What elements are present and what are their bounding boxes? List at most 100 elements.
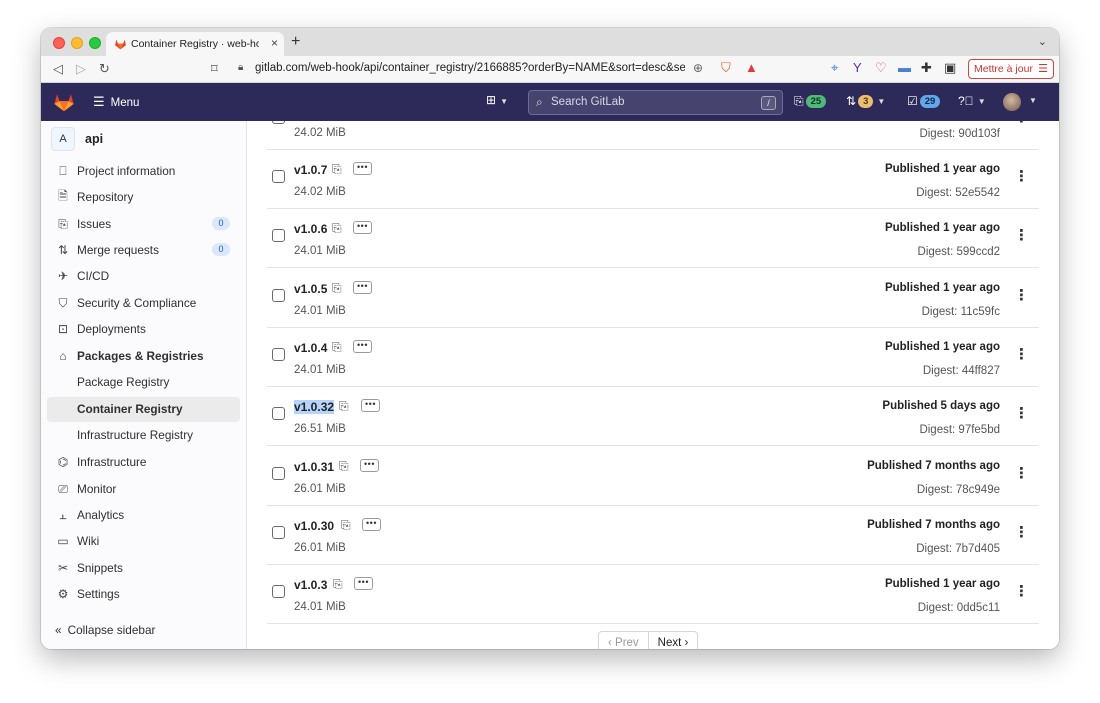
project-header[interactable]: A api [51,127,103,151]
sidebar-item-merge-requests[interactable]: ⇅ Merge requests 0 [47,238,240,262]
search-input[interactable]: ⌕ Search GitLab / [528,90,783,115]
more-details-button[interactable]: ••• [353,221,372,234]
tag-checkbox[interactable] [272,585,285,598]
kebab-menu-icon[interactable]: ⋮ [1014,121,1029,125]
pocket-icon[interactable]: ♡ [875,60,887,76]
tag-checkbox[interactable] [272,407,285,420]
sidebar-item-analytics[interactable]: ⫠ Analytics [47,503,240,527]
sidebar-subitem-container-registry[interactable]: Container Registry [47,397,240,422]
sidebar-item-snippets[interactable]: ✂ Snippets [47,556,240,580]
copy-icon[interactable]: ⎘ [332,162,342,177]
back-icon[interactable]: ◁ [53,61,63,77]
tag-digest: Digest: 52e5542 [916,187,1000,199]
more-details-button[interactable]: ••• [353,162,372,175]
tag-checkbox[interactable] [272,289,285,302]
more-details-button[interactable]: ••• [362,518,381,531]
minimize-window-button[interactable] [71,37,83,49]
sidebar-item-monitor[interactable]: ⎚ Monitor [47,477,240,501]
tag-checkbox[interactable] [272,229,285,242]
tag-checkbox[interactable] [272,467,285,480]
tag-checkbox[interactable] [272,526,285,539]
more-details-button[interactable]: ••• [360,459,379,472]
bookmark-icon[interactable]: ⌑ [211,61,218,77]
kebab-menu-icon[interactable]: ⋮ [1014,228,1029,243]
plus-square-icon: ⊞ [486,93,497,107]
password-icon[interactable]: ▬ [898,60,911,75]
tag-digest: Digest: 44ff827 [922,365,1000,377]
sidebar-item-issues[interactable]: ⎘ Issues 0 [47,212,240,236]
maximize-window-button[interactable] [89,37,101,49]
puzzle-icon[interactable]: ✚ [921,60,932,76]
tag-row: v1.0.31 ⎘ ••• 26.01 MiB Published 7 mont… [267,447,1039,506]
sidebar-item-ci-cd[interactable]: ✈ CI/CD [47,264,240,288]
help-dropdown[interactable]: ?⃝ ▼ [958,94,986,108]
kebab-menu-icon[interactable]: ⋮ [1014,525,1029,540]
more-details-button[interactable]: ••• [353,340,372,353]
reload-icon[interactable]: ↻ [99,61,110,77]
update-browser-button[interactable]: Mettre à jour ☰ [968,59,1054,79]
tag-name: v1.0.4 [294,341,328,355]
kebab-menu-icon[interactable]: ⋮ [1014,169,1029,184]
copy-icon[interactable]: ⎘ [332,281,342,296]
sidebar-item-wiki[interactable]: ▭ Wiki [47,529,240,553]
infrastructure-icon: ⌬ [57,455,69,469]
prev-page-button[interactable]: ‹ Prev [598,631,649,649]
browser-tab[interactable]: Container Registry · web-hook × [106,32,284,56]
brave-rewards-icon[interactable]: ▲ [745,60,758,75]
extension-icon[interactable]: Y [853,60,862,75]
chevron-down-icon[interactable]: ▼ [1029,96,1037,105]
gitlab-logo-icon[interactable] [53,91,75,113]
forward-icon[interactable]: ▷ [76,61,86,77]
sidebar-item-packages-registries[interactable]: ⌂ Packages & Registries [47,344,240,368]
zoom-icon[interactable]: ⊕ [693,61,703,75]
brave-shield-icon[interactable]: ⛉ [721,60,731,76]
sidebar-item-deployments[interactable]: ⊡ Deployments [47,317,240,341]
kebab-menu-icon[interactable]: ⋮ [1014,406,1029,421]
copy-icon[interactable]: ⎘ [332,221,342,236]
collapse-sidebar-button[interactable]: « Collapse sidebar [55,623,155,637]
sidebar-item-settings[interactable]: ⚙ Settings [47,582,240,606]
sidebar-item-label: Repository [77,190,134,204]
sidebar-item-project-information[interactable]: ⎕ Project information [47,159,240,183]
sidebar-subitem-infrastructure-registry[interactable]: Infrastructure Registry [47,423,240,448]
more-details-button[interactable]: ••• [361,399,380,412]
issues-count-badge: 0 [212,217,230,230]
tag-checkbox[interactable] [272,121,285,124]
package-icon: ⌂ [59,349,67,363]
tag-size: 24.01 MiB [294,245,346,257]
translate-icon[interactable]: ⌖ [831,60,838,76]
kebab-menu-icon[interactable]: ⋮ [1014,347,1029,362]
close-window-button[interactable] [53,37,65,49]
user-avatar[interactable] [1003,93,1021,111]
tag-published: Published 1 year ago [884,341,1000,353]
copy-icon[interactable]: ⎘ [339,459,349,474]
kebab-menu-icon[interactable]: ⋮ [1014,288,1029,303]
next-page-button[interactable]: Next › [648,631,699,649]
repository-icon: 🗎︎ [58,188,68,203]
issues-counter[interactable]: ⎘ 25 [794,94,827,109]
sidebar-subitem-package-registry[interactable]: Package Registry [47,370,240,395]
sidebar-toggle-icon[interactable]: ▣ [944,60,956,76]
tag-checkbox[interactable] [272,170,285,183]
kebab-menu-icon[interactable]: ⋮ [1014,466,1029,481]
copy-icon[interactable]: ⎘ [332,340,342,355]
todos-counter[interactable]: ☑ 29 [907,94,941,108]
tag-checkbox[interactable] [272,348,285,361]
sidebar-item-security-compliance[interactable]: ⛉ Security & Compliance [47,291,240,315]
more-details-button[interactable]: ••• [354,577,373,590]
more-details-button[interactable]: ••• [353,281,372,294]
copy-icon[interactable]: ⎘ [339,399,349,414]
tab-list-chevron-icon[interactable]: ⌄ [1038,35,1047,48]
menu-button[interactable]: ☰ Menu [93,94,139,110]
new-item-dropdown[interactable]: ⊞ ▼ [486,93,508,107]
merge-requests-counter[interactable]: ⇅ 3 ▼ [846,94,885,108]
tab-close-icon[interactable]: × [271,36,278,50]
new-tab-icon[interactable]: + [291,33,300,51]
url-field[interactable]: gitlab.com/web-hook/api/container_regist… [255,62,685,74]
copy-icon[interactable]: ⎘ [341,518,351,533]
copy-icon[interactable]: ⎘ [333,577,343,592]
sidebar-item-repository[interactable]: 🗎︎ Repository [47,185,240,209]
issues-icon: ⎘ [794,94,804,108]
kebab-menu-icon[interactable]: ⋮ [1014,584,1029,599]
sidebar-item-infrastructure[interactable]: ⌬ Infrastructure [47,450,240,474]
